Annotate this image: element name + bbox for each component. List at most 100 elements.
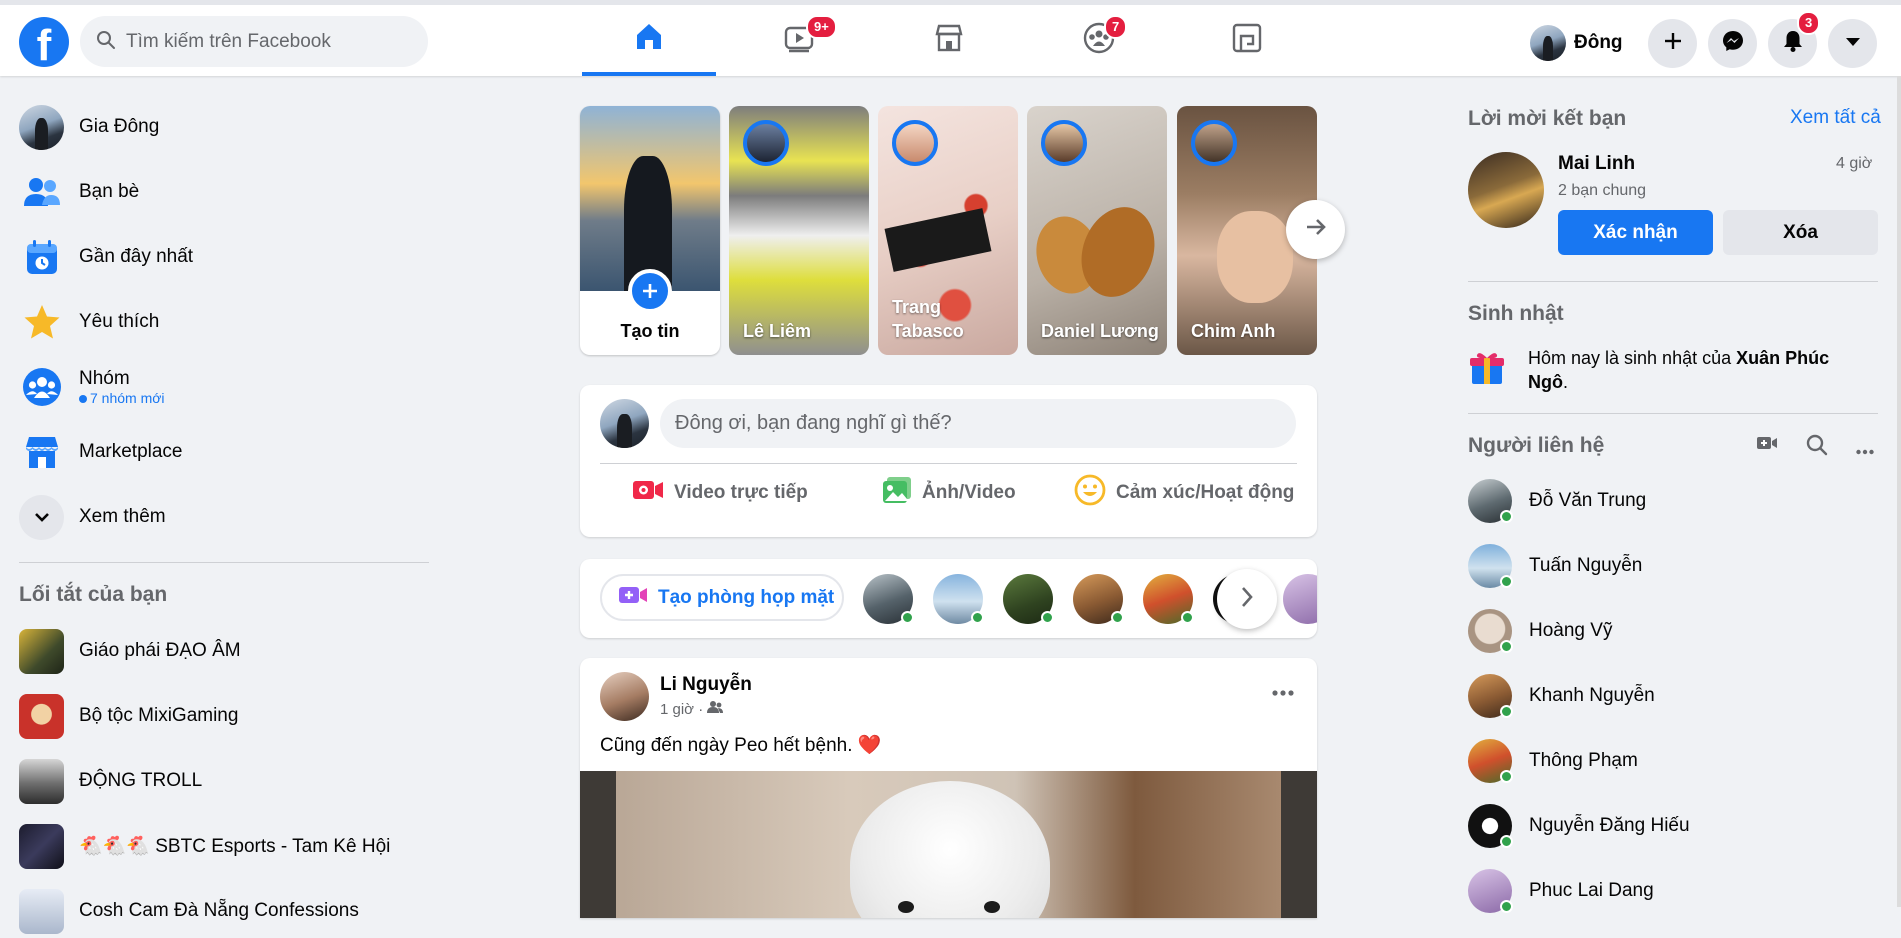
contact-name: Thông Phạm xyxy=(1529,750,1638,771)
composer-input[interactable]: Đông ơi, bạn đang nghĩ gì thế? xyxy=(660,399,1296,448)
create-story-card[interactable]: Tạo tin xyxy=(580,106,720,355)
watch-badge: 9+ xyxy=(806,15,837,39)
online-friend-avatar[interactable] xyxy=(1003,574,1054,624)
shortcut-label: Bộ tộc MixiGaming xyxy=(79,705,239,726)
search-icon xyxy=(96,30,116,55)
story-card[interactable]: Trang Tabasco xyxy=(878,106,1018,355)
nav-tab-watch[interactable]: 9+ xyxy=(732,5,866,76)
contact-name: Tuấn Nguyễn xyxy=(1529,555,1643,576)
arrow-right-icon xyxy=(1305,217,1327,242)
contact-item[interactable]: Thông Phạm xyxy=(1468,736,1638,786)
sidebar-item-label: Nhóm xyxy=(79,368,130,389)
shortcut-item[interactable]: Giáo phái ĐẠO ÂM xyxy=(19,624,429,678)
friend-request-avatar[interactable] xyxy=(1468,152,1544,228)
smiley-icon xyxy=(1074,474,1106,512)
search-box[interactable] xyxy=(80,16,428,67)
contact-item[interactable]: Tuấn Nguyễn xyxy=(1468,541,1642,591)
nav-tab-marketplace[interactable] xyxy=(882,5,1016,76)
online-friend-avatar[interactable] xyxy=(863,574,914,624)
search-input[interactable] xyxy=(124,16,418,67)
confirm-button[interactable]: Xác nhận xyxy=(1558,210,1713,255)
online-indicator xyxy=(1041,611,1054,624)
avatar xyxy=(1191,120,1237,166)
sidebar-item-label: Gần đây nhất xyxy=(79,246,194,267)
profile-chip[interactable]: Đông xyxy=(1530,22,1623,64)
facebook-logo[interactable]: f xyxy=(19,17,69,67)
contact-item[interactable]: Khanh Nguyễn xyxy=(1468,671,1655,721)
nav-tab-gaming[interactable] xyxy=(1180,5,1314,76)
nav-tab-home[interactable] xyxy=(582,5,716,76)
avatar xyxy=(1530,25,1566,61)
contact-item[interactable]: Nguyễn Đăng Hiếu xyxy=(1468,801,1690,851)
online-friend-avatar[interactable] xyxy=(933,574,984,624)
sidebar-item-marketplace[interactable]: Marketplace xyxy=(19,425,429,479)
post-image[interactable] xyxy=(580,771,1317,918)
sidebar-item-profile[interactable]: Gia Đông xyxy=(19,100,429,154)
online-friend-avatar[interactable] xyxy=(1143,574,1194,624)
feeling-activity-label: Cảm xúc/Hoạt động xyxy=(1116,482,1295,503)
post-time[interactable]: 1 giờ · xyxy=(660,701,703,718)
sidebar-item-see-more[interactable]: Xem thêm xyxy=(19,490,429,544)
sidebar-item-recent[interactable]: Gần đây nhất xyxy=(19,230,429,284)
post-author-avatar[interactable] xyxy=(600,672,649,721)
birthdays-heading: Sinh nhật xyxy=(1468,302,1564,325)
friend-request-name[interactable]: Mai Linh xyxy=(1558,153,1635,175)
live-video-button[interactable]: Video trực tiếp xyxy=(632,471,808,515)
nav-tab-groups[interactable]: 7 xyxy=(1032,5,1166,76)
contact-name: Đỗ Văn Trung xyxy=(1529,490,1647,511)
more-horizontal-icon[interactable] xyxy=(1856,442,1874,460)
search-icon[interactable] xyxy=(1806,434,1828,461)
contact-item[interactable]: Đỗ Văn Trung xyxy=(1468,476,1646,526)
sidebar-item-groups[interactable]: Nhóm 7 nhóm mới xyxy=(19,360,429,414)
stories-row: Tạo tin Lê Liêm Trang Tabasco Daniel Lươ… xyxy=(580,106,1317,355)
photo-video-button[interactable]: Ảnh/Video xyxy=(882,471,1016,515)
see-all-link[interactable]: Xem tất cả xyxy=(1790,107,1881,129)
sidebar-item-friends[interactable]: Bạn bè xyxy=(19,165,429,219)
shortcuts-heading: Lối tắt của bạn xyxy=(19,583,168,606)
notifications-button[interactable]: 3 xyxy=(1768,11,1821,68)
online-friend-avatar[interactable] xyxy=(1073,574,1124,624)
create-story-label: Tạo tin xyxy=(620,321,680,341)
contact-avatar xyxy=(1468,804,1513,848)
story-author: Daniel Lương xyxy=(1041,321,1159,341)
delete-button[interactable]: Xóa xyxy=(1723,210,1878,255)
store-icon xyxy=(933,22,965,59)
bell-icon xyxy=(1782,29,1804,58)
story-card[interactable]: Daniel Lương xyxy=(1027,106,1167,355)
feeling-activity-button[interactable]: Cảm xúc/Hoạt động xyxy=(1074,471,1294,515)
story-image xyxy=(580,106,720,291)
create-room-button[interactable]: Tạo phòng họp mặt xyxy=(600,574,844,621)
chevron-right-icon xyxy=(1241,586,1253,613)
mutual-friends[interactable]: 2 bạn chung xyxy=(1558,182,1646,200)
messenger-button[interactable] xyxy=(1708,19,1757,68)
online-indicator xyxy=(1111,611,1124,624)
online-indicator xyxy=(1500,770,1513,783)
new-room-icon[interactable] xyxy=(1756,434,1778,457)
contact-avatar xyxy=(1468,674,1513,718)
create-button[interactable] xyxy=(1648,19,1697,68)
online-friend-avatar[interactable] xyxy=(1283,574,1317,624)
friend-request-time: 4 giờ xyxy=(1836,155,1873,172)
contact-item[interactable]: Hoàng Vỹ xyxy=(1468,606,1612,656)
sidebar-item-label: Yêu thích xyxy=(79,311,160,332)
shortcut-item[interactable]: 🐔🐔🐔 SBTC Esports - Tam Kê Hội xyxy=(19,819,429,873)
shortcut-item[interactable]: ĐỘNG TROLL xyxy=(19,754,429,808)
account-menu-button[interactable] xyxy=(1828,19,1877,68)
sidebar-item-favorites[interactable]: Yêu thích xyxy=(19,295,429,349)
post-options-button[interactable] xyxy=(1263,672,1303,712)
story-card[interactable]: Lê Liêm xyxy=(729,106,869,355)
shortcut-thumbnail xyxy=(19,758,64,804)
messenger-icon xyxy=(1721,29,1745,58)
shortcut-item[interactable]: Bộ tộc MixiGaming xyxy=(19,689,429,743)
shortcut-item[interactable]: Cosh Cam Đà Nẵng Confessions xyxy=(19,884,429,938)
contact-name: Khanh Nguyễn xyxy=(1529,685,1655,706)
create-room-label: Tạo phòng họp mặt xyxy=(658,586,835,608)
stories-next-button[interactable] xyxy=(1286,200,1345,259)
rooms-next-button[interactable] xyxy=(1217,569,1277,629)
contact-item[interactable]: Phuc Lai Dang xyxy=(1468,866,1654,916)
page-scrollbar[interactable] xyxy=(1897,76,1901,907)
sidebar-item-label: Marketplace xyxy=(79,441,183,462)
post-author-name[interactable]: Li Nguyễn xyxy=(660,674,752,696)
shortcut-thumbnail xyxy=(19,693,64,739)
friends-audience-icon xyxy=(707,700,724,718)
